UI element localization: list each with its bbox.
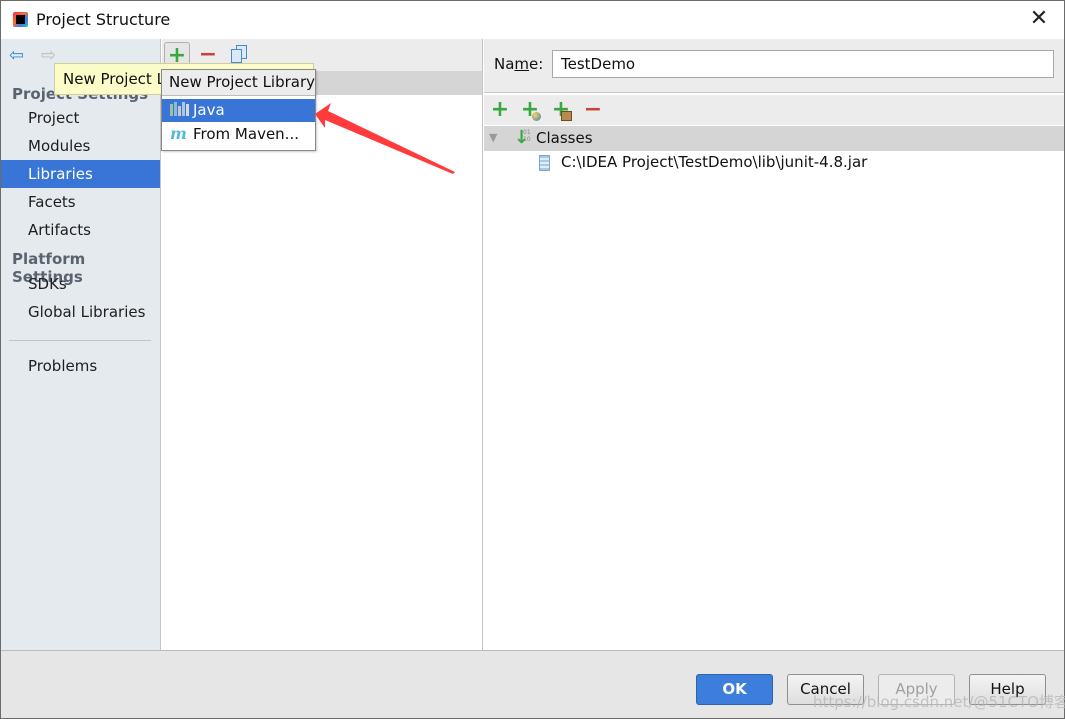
- popup-item-from-maven[interactable]: m From Maven...: [162, 122, 315, 145]
- name-label: Name:: [494, 55, 544, 73]
- sidebar-item-project[interactable]: Project: [1, 104, 160, 132]
- jar-file-icon: [539, 155, 550, 171]
- title-bar: Project Structure ✕: [1, 1, 1064, 39]
- add-excluded-icon: +: [551, 97, 571, 122]
- sidebar-item-libraries[interactable]: Libraries: [1, 160, 160, 188]
- library-icon: [170, 102, 189, 116]
- sidebar-item-facets[interactable]: Facets: [1, 188, 160, 216]
- apply-button[interactable]: Apply: [878, 674, 955, 705]
- classes-label: Classes: [536, 129, 593, 147]
- minus-icon: −: [583, 97, 603, 122]
- add-jar-directory-icon: +: [520, 97, 540, 122]
- sidebar-item-modules[interactable]: Modules: [1, 132, 160, 160]
- attach-jar-directories-button[interactable]: +: [518, 98, 542, 122]
- name-row: Name:: [484, 39, 1064, 93]
- library-details-panel: Name: + + + − ▼ ↓ 0110 Classes C:\IDEA P…: [484, 39, 1064, 650]
- library-name-input[interactable]: [552, 50, 1054, 78]
- window-title: Project Structure: [36, 10, 171, 29]
- library-roots-toolbar: + + + −: [484, 95, 1064, 125]
- help-button[interactable]: Help: [969, 674, 1046, 705]
- sidebar-item-sdks[interactable]: SDKs: [1, 270, 160, 298]
- sidebar: ⇦ ⇨ Project Settings Project Modules Lib…: [1, 39, 161, 650]
- cancel-button[interactable]: Cancel: [787, 674, 864, 705]
- remove-root-button[interactable]: −: [581, 98, 605, 122]
- add-root-button[interactable]: +: [488, 98, 512, 122]
- exclude-button[interactable]: +: [549, 98, 573, 122]
- popup-title: New Project Library: [162, 70, 315, 96]
- sidebar-item-global-libraries[interactable]: Global Libraries: [1, 298, 160, 326]
- intellij-app-icon: [13, 12, 28, 27]
- sidebar-separator: [9, 340, 151, 341]
- ok-button[interactable]: OK: [696, 674, 773, 705]
- popup-item-label: From Maven...: [193, 125, 299, 143]
- back-arrow-icon[interactable]: ⇦: [9, 47, 29, 67]
- tree-node-classes[interactable]: ▼ ↓ 01 10 Classes: [484, 126, 1064, 151]
- jar-path-label: C:\IDEA Project\TestDemo\lib\junit-4.8.j…: [561, 153, 868, 171]
- classes-icon: ↓ 01 10: [514, 127, 531, 148]
- close-button[interactable]: ✕: [1028, 8, 1050, 31]
- project-structure-dialog: Project Structure ✕ ⇦ ⇨ Project Settings…: [0, 0, 1065, 719]
- sidebar-item-artifacts[interactable]: Artifacts: [1, 216, 160, 244]
- maven-icon: m: [170, 124, 187, 143]
- plus-icon: +: [490, 97, 510, 122]
- tree-node-jar[interactable]: C:\IDEA Project\TestDemo\lib\junit-4.8.j…: [484, 151, 1064, 175]
- sidebar-item-problems[interactable]: Problems: [1, 352, 160, 380]
- expand-toggle-icon[interactable]: ▼: [489, 131, 497, 144]
- new-project-library-popup: New Project Library Java m From Maven...: [161, 69, 316, 151]
- popup-item-java[interactable]: Java: [162, 99, 315, 122]
- dialog-footer: OK Cancel Apply Help https://blog.csdn.n…: [1, 650, 1065, 718]
- popup-item-label: Java: [193, 101, 225, 119]
